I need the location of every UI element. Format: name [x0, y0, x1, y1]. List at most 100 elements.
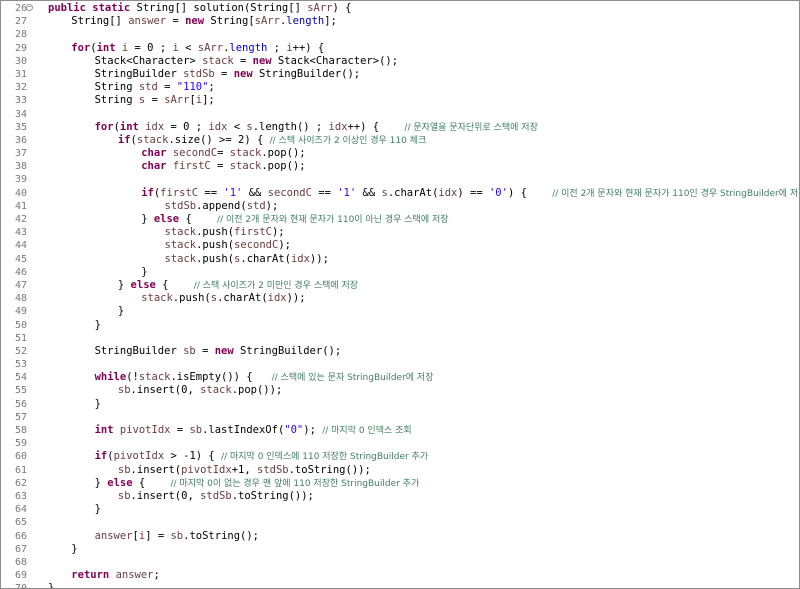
code-text: String s = sArr[i]; [95, 94, 215, 107]
code-token: sArr [197, 41, 224, 54]
line-number: 31 [14, 68, 27, 80]
code-token: } [94, 318, 101, 331]
code-token: StringBuilder(); [233, 344, 342, 357]
code-line[interactable]: 69 return answer; [1, 569, 799, 582]
code-text: sb.insert(0, stack.pop()); [118, 384, 282, 397]
code-token: = [195, 344, 215, 357]
code-token: (! [126, 371, 139, 384]
code-token: else [153, 213, 180, 225]
code-text: String std = "110"; [95, 81, 215, 94]
code-text: stack.push(secondC); [165, 239, 291, 252]
code-token: Stack<Character> [94, 54, 203, 67]
code-line[interactable]: 36 if(stack.size() >= 2) { // 스택 사이즈가 2 이… [1, 134, 799, 147]
code-line[interactable]: 26− public static String[] solution(Strin… [1, 2, 799, 15]
code-line[interactable]: 33 String s = sArr[i]; [1, 94, 799, 107]
line-number: 28 [14, 29, 27, 41]
code-line[interactable]: 42} else { // 이전 2개 문자와 현재 문자가 110이 아닌 경… [1, 213, 799, 226]
code-token: String [94, 94, 139, 107]
code-token: } [141, 265, 148, 278]
code-line[interactable]: 45 stack.push(s.charAt(idx)); [1, 253, 799, 266]
code-token: > -1) { [164, 450, 222, 463]
code-token: return [71, 569, 110, 582]
code-line[interactable]: 60 if(pivotIdx > -1) { // 마지막 0 인덱스에 110 … [1, 450, 799, 463]
code-line[interactable]: 41 stdSb.append(std); [1, 200, 799, 213]
code-line[interactable]: 61 sb.insert(pivotIdx+1, stdSb.toString()… [1, 464, 799, 477]
code-line[interactable]: 56} [1, 398, 799, 411]
code-line[interactable]: 32 String std = "110"; [1, 81, 799, 94]
code-token: stack [141, 292, 173, 305]
code-line[interactable]: 68 [1, 556, 799, 569]
code-line[interactable]: 50} [1, 319, 799, 332]
code-token: static [92, 2, 131, 14]
code-line[interactable]: 63 sb.insert(0, stdSb.toString()); [1, 490, 799, 503]
code-line[interactable]: 43 stack.push(firstC); [1, 226, 799, 239]
code-line[interactable]: 52 StringBuilder sb = new StringBuilder()… [1, 345, 799, 358]
line-number: 49 [14, 306, 27, 318]
line-number: 68 [14, 556, 27, 568]
fold-collapse-icon[interactable]: − [26, 4, 33, 11]
code-line[interactable]: 54 while(!stack.isEmpty()) { // 스택에 있는 문자… [1, 371, 799, 384]
code-line[interactable]: 28 [1, 28, 799, 41]
code-text: sb.insert(0, stdSb.toString()); [118, 490, 314, 503]
code-token: .push( [196, 252, 235, 265]
code-token: new [214, 344, 234, 357]
code-editor[interactable]: 26− public static String[] solution(Strin… [0, 0, 800, 589]
code-token: for [71, 41, 91, 54]
line-number: 33 [14, 95, 27, 107]
code-line[interactable]: 44 stack.push(secondC); [1, 239, 799, 252]
code-line[interactable]: 47} else { // 스택 사이즈가 2 미만인 경우 스택에 저장 [1, 279, 799, 292]
code-line[interactable]: 66 answer[i] = sb.toString(); [1, 530, 799, 543]
code-line[interactable]: 39 [1, 173, 799, 186]
code-line[interactable]: 46} [1, 266, 799, 279]
code-line[interactable]: 30 Stack<Character> stack = new Stack<Cha… [1, 55, 799, 68]
code-line[interactable]: 51 [1, 332, 799, 345]
code-token: ); [265, 199, 279, 212]
code-line[interactable]: 35 for(int idx = 0 ; idx < s.length() ; i… [1, 121, 799, 134]
code-token: stdSb [200, 489, 232, 502]
code-token: sb [117, 384, 131, 397]
code-token: +1, [231, 463, 257, 476]
code-line[interactable]: 31 StringBuilder stdSb = new StringBuilde… [1, 68, 799, 81]
code-line[interactable]: 59 [1, 437, 799, 450]
line-number: 52 [14, 345, 27, 357]
code-line[interactable]: 70} [1, 582, 799, 588]
code-line[interactable]: 67} [1, 543, 799, 556]
code-line[interactable]: 40 if(firstC == '1' && secondC == '1' && … [1, 187, 799, 200]
code-line[interactable]: 27 String[] answer = new String[sArr.leng… [1, 15, 799, 28]
code-token: .push( [172, 292, 211, 305]
code-token: .charAt( [217, 292, 268, 305]
code-token: secondC [267, 186, 312, 199]
code-line[interactable]: 64} [1, 503, 799, 516]
code-token: sArr [164, 94, 190, 107]
code-line[interactable]: 37 char secondC= stack.pop(); [1, 147, 799, 160]
line-number: 65 [14, 517, 27, 529]
code-line[interactable]: 34 [1, 108, 799, 121]
code-token: .toString()); [231, 489, 314, 502]
code-line[interactable]: 38 char firstC = stack.pop(); [1, 160, 799, 173]
line-number: 58 [14, 425, 27, 436]
code-token: idx [290, 252, 310, 265]
code-text: for(int idx = 0 ; idx < s.length() ; idx… [95, 121, 538, 135]
code-line[interactable]: 48 stack.push(s.charAt(idx)); [1, 292, 799, 305]
code-token: = [233, 54, 253, 67]
code-line[interactable]: 57 [1, 411, 799, 424]
code-token: } [71, 542, 78, 555]
code-token: else [107, 476, 133, 489]
code-token: .push( [196, 239, 235, 252]
code-token: )); [286, 292, 306, 305]
code-line[interactable]: 53 [1, 358, 799, 371]
code-token: .pop()); [231, 384, 283, 397]
code-line[interactable]: 62} else { // 마지막 0이 없는 경우 맨 앞에 110 저장한 … [1, 477, 799, 490]
code-line[interactable]: 55 sb.insert(0, stack.pop()); [1, 384, 799, 397]
code-token: firstC [172, 160, 211, 173]
code-comment: // 스택에 있는 문자 StringBuilder에 저장 [271, 373, 434, 384]
code-token: '1' [337, 186, 357, 199]
code-comment: // 이전 2개 문자와 현재 문자가 110인 경우 StringBuilde… [552, 188, 800, 199]
code-line[interactable]: 58 int pivotIdx = sb.lastIndexOf("0"); //… [1, 424, 799, 437]
code-comment: // 마지막 0이 없는 경우 맨 앞에 110 저장한 StringBuild… [170, 478, 420, 489]
code-line[interactable]: 29 for(int i = 0 ; i < sArr.length ; i++)… [1, 42, 799, 55]
code-token: .lastIndexOf( [202, 424, 285, 436]
code-line[interactable]: 49} [1, 305, 799, 318]
code-token: answer [94, 529, 133, 542]
code-line[interactable]: 65 [1, 516, 799, 529]
